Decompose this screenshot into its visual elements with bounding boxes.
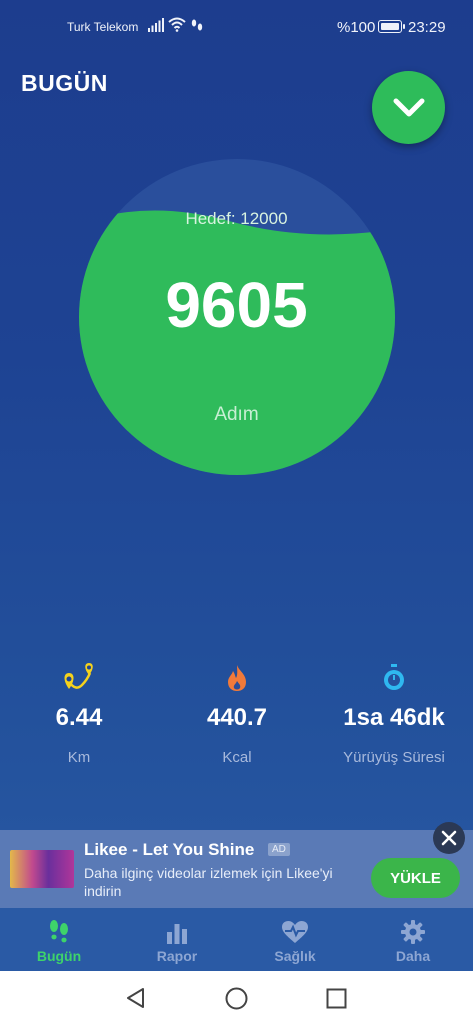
battery-percent: %100 [337, 19, 376, 36]
stat-calories: 440.7 Kcal [158, 660, 316, 766]
stat-distance: 6.44 Km [0, 660, 158, 766]
ad-banner[interactable]: Likee - Let You Shine AD Daha ilginç vid… [0, 822, 473, 908]
carrier-name: Turk Telekom [67, 20, 139, 34]
goal-label: Hedef: 12000 [185, 209, 288, 228]
calories-label: Kcal [222, 749, 252, 766]
step-unit-label: Adım [214, 404, 259, 425]
ad-thumbnail [10, 850, 74, 888]
recents-icon[interactable] [326, 988, 347, 1009]
tab-report[interactable]: Rapor [118, 908, 236, 971]
page-title: BUGÜN [21, 70, 108, 96]
wifi-icon [168, 17, 186, 32]
stat-duration: 1sa 46dk Yürüyüş Süresi [315, 660, 473, 766]
stopwatch-icon [384, 664, 404, 690]
close-icon [441, 830, 457, 846]
signal-icon [148, 18, 164, 32]
distance-value: 6.44 [55, 704, 103, 731]
route-pin-icon [64, 663, 93, 689]
ad-description: Daha ilginç videolar izlemek için Likee'… [84, 865, 333, 899]
flame-icon [228, 665, 246, 691]
tab-more-label: Daha [395, 948, 431, 964]
tab-health-label: Sağlık [274, 948, 316, 964]
distance-label: Km [67, 749, 91, 766]
gear-icon [401, 920, 425, 944]
expand-button[interactable] [372, 71, 445, 144]
bottom-tab-bar: Bugün Rapor Sağlık Daha [0, 908, 473, 971]
status-footsteps-icon [191, 19, 203, 31]
ad-close-button[interactable] [433, 822, 465, 854]
tab-today-label: Bugün [36, 948, 82, 964]
duration-value: 1sa 46dk [343, 704, 445, 731]
ad-title: Likee - Let You Shine [84, 840, 255, 859]
tab-today[interactable]: Bugün [0, 908, 118, 971]
calories-value: 440.7 [206, 704, 268, 731]
system-nav-bar [0, 971, 473, 1024]
tab-report-label: Rapor [156, 948, 198, 964]
duration-label: Yürüyüş Süresi [343, 749, 445, 766]
ad-badge: AD [268, 843, 290, 856]
tab-health[interactable]: Sağlık [236, 908, 354, 971]
footsteps-icon [50, 920, 68, 943]
chevron-down-icon [393, 98, 424, 116]
step-count: 9605 [165, 269, 308, 341]
battery-icon [378, 20, 405, 33]
heart-pulse-icon [282, 921, 308, 943]
back-icon[interactable] [125, 987, 147, 1009]
tab-more[interactable]: Daha [354, 908, 472, 971]
home-icon[interactable] [225, 987, 248, 1010]
status-bar: Turk Telekom %100 23:29 [0, 0, 473, 56]
clock: 23:29 [408, 19, 446, 36]
ad-install-button[interactable]: YÜKLE [371, 858, 460, 898]
bar-chart-icon [167, 924, 187, 944]
